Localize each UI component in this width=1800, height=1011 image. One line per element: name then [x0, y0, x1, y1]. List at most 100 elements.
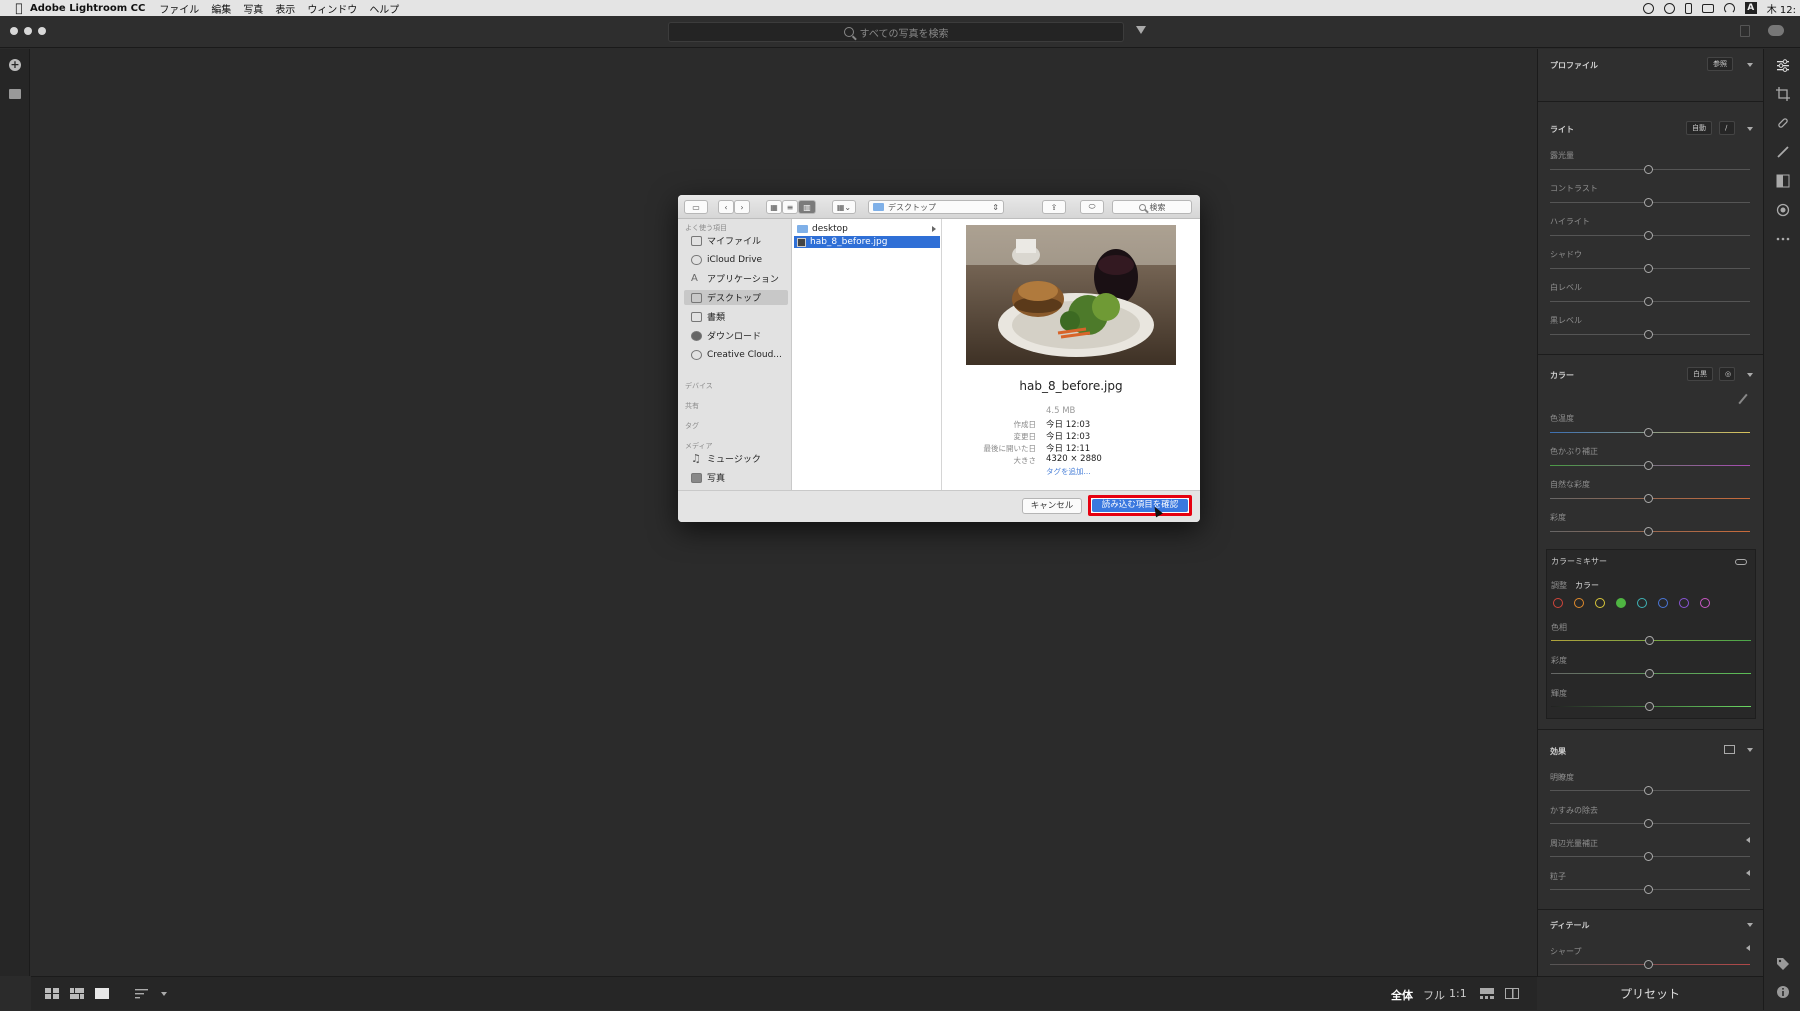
bw-button[interactable]: 白黒: [1687, 367, 1713, 381]
file-row-selected[interactable]: hab_8_before.jpg: [794, 236, 940, 248]
color-swatch[interactable]: [1700, 598, 1710, 608]
vignette-knob[interactable]: [1644, 852, 1653, 861]
vignette-expand-icon[interactable]: [1746, 837, 1750, 843]
tint-knob[interactable]: [1644, 461, 1653, 470]
cancel-button[interactable]: キャンセル: [1022, 498, 1082, 514]
input-source-icon[interactable]: A: [1744, 2, 1757, 14]
menu-edit[interactable]: 編集: [211, 1, 231, 16]
view-fit[interactable]: 全体: [1391, 987, 1413, 1003]
edit-sliders-icon[interactable]: [1776, 58, 1790, 72]
library-icon[interactable]: [9, 89, 21, 99]
profile-browse-button[interactable]: 参照: [1707, 57, 1733, 71]
detail-chevron-icon[interactable]: [1747, 923, 1753, 927]
effects-chevron-icon[interactable]: [1747, 748, 1753, 752]
minimize-window-button[interactable]: [24, 27, 32, 35]
color-swatch[interactable]: [1679, 598, 1689, 608]
zoom-window-button[interactable]: [38, 27, 46, 35]
presets-button[interactable]: プリセット: [1537, 976, 1763, 1010]
linear-gradient-icon[interactable]: [1776, 174, 1790, 188]
radial-gradient-icon[interactable]: [1776, 203, 1790, 217]
color-swatch[interactable]: [1574, 598, 1584, 608]
back-button[interactable]: ‹: [718, 200, 734, 214]
brush-icon[interactable]: [1776, 145, 1790, 159]
color-grading-icon[interactable]: ◎: [1719, 367, 1735, 381]
sidebar-item-photos[interactable]: 写真: [684, 470, 788, 485]
view-1to1[interactable]: 1:1: [1449, 987, 1467, 1000]
grain-knob[interactable]: [1644, 885, 1653, 894]
menu-help[interactable]: ヘルプ: [369, 1, 399, 16]
sidebar-item-desktop[interactable]: デスクトップ: [684, 290, 788, 305]
whites-knob[interactable]: [1644, 297, 1653, 306]
close-window-button[interactable]: [10, 27, 18, 35]
sidebar-item-documents[interactable]: 書類: [684, 309, 788, 324]
info-icon[interactable]: [1776, 985, 1790, 999]
shadows-knob[interactable]: [1644, 264, 1653, 273]
menu-view[interactable]: 表示: [275, 1, 295, 16]
eyedropper-icon[interactable]: [1738, 393, 1748, 405]
view-fill[interactable]: フル: [1423, 987, 1445, 1003]
add-photos-icon[interactable]: +: [9, 59, 21, 71]
filter-icon[interactable]: [1136, 26, 1146, 34]
sidebar-toggle-button[interactable]: ▭: [684, 200, 708, 214]
dialog-search-input[interactable]: 検索: [1112, 200, 1192, 214]
apple-icon[interactable]: : [8, 1, 30, 15]
square-grid-icon[interactable]: [45, 988, 59, 999]
record-icon[interactable]: [1642, 2, 1654, 14]
grain-expand-icon[interactable]: [1746, 870, 1750, 876]
location-popup[interactable]: デスクトップ ⇕: [868, 200, 1004, 214]
sidebar-item-my-files[interactable]: マイファイル: [684, 233, 788, 248]
mixer-adjust-dropdown[interactable]: カラー: [1575, 580, 1599, 591]
more-icon[interactable]: [1776, 232, 1790, 246]
sidebar-item-music[interactable]: ♫ ミュージック: [684, 451, 788, 466]
contrast-knob[interactable]: [1644, 198, 1653, 207]
list-view-button[interactable]: ≡: [782, 200, 798, 214]
dehaze-knob[interactable]: [1644, 819, 1653, 828]
column-view-button[interactable]: ▥: [798, 200, 816, 214]
forward-button[interactable]: ›: [734, 200, 750, 214]
share-icon[interactable]: [1740, 25, 1750, 37]
menu-photo[interactable]: 写真: [243, 1, 263, 16]
add-tag-link[interactable]: タグを追加...: [1046, 466, 1091, 477]
healing-brush-icon[interactable]: [1776, 116, 1790, 130]
light-chevron-icon[interactable]: [1747, 127, 1753, 131]
tag-button[interactable]: ⬭: [1080, 200, 1104, 214]
cloud-sync-icon[interactable]: [1768, 25, 1784, 36]
luminance-knob[interactable]: [1645, 702, 1654, 711]
tone-curve-icon[interactable]: ∕: [1719, 121, 1735, 135]
detail-view-icon[interactable]: [95, 988, 109, 999]
sharpening-knob[interactable]: [1644, 960, 1653, 969]
filmstrip-icon[interactable]: [1480, 988, 1494, 999]
icon-view-button[interactable]: ▦: [766, 200, 782, 214]
effects-preset-icon[interactable]: [1724, 745, 1735, 754]
crop-icon[interactable]: [1776, 87, 1790, 101]
sort-icon[interactable]: [135, 988, 149, 999]
bluetooth-icon[interactable]: [1684, 2, 1692, 14]
sort-dropdown-icon[interactable]: [161, 992, 167, 996]
color-swatch[interactable]: [1616, 598, 1626, 608]
hue-knob[interactable]: [1645, 636, 1654, 645]
confirm-import-button[interactable]: 読み込む項目を確認: [1088, 495, 1192, 516]
clock[interactable]: 木 12:: [1767, 1, 1796, 16]
color-swatch[interactable]: [1658, 598, 1668, 608]
exposure-knob[interactable]: [1644, 165, 1653, 174]
color-swatch[interactable]: [1595, 598, 1605, 608]
photo-grid-icon[interactable]: [70, 988, 84, 999]
share-button[interactable]: ⇪: [1042, 200, 1066, 214]
blacks-knob[interactable]: [1644, 330, 1653, 339]
photo-search-input[interactable]: すべての写真を検索: [668, 22, 1124, 42]
group-by-button[interactable]: ▦⌄: [832, 200, 856, 214]
menu-window[interactable]: ウィンドウ: [307, 1, 357, 16]
sidebar-item-downloads[interactable]: ダウンロード: [684, 328, 788, 343]
sidebar-item-applications[interactable]: A アプリケーション: [684, 271, 788, 286]
highlights-knob[interactable]: [1644, 231, 1653, 240]
saturation-knob[interactable]: [1644, 527, 1653, 536]
menu-file[interactable]: ファイル: [159, 1, 199, 16]
sidebar-item-icloud[interactable]: iCloud Drive: [684, 252, 788, 267]
display-icon[interactable]: [1701, 3, 1714, 13]
color-chevron-icon[interactable]: [1747, 373, 1753, 377]
tag-icon[interactable]: [1776, 957, 1790, 971]
app-menu[interactable]: Adobe Lightroom CC: [30, 3, 145, 14]
creative-cloud-icon[interactable]: [1663, 2, 1675, 14]
mixer-visibility-icon[interactable]: [1735, 559, 1747, 565]
profile-chevron-icon[interactable]: [1747, 63, 1753, 67]
